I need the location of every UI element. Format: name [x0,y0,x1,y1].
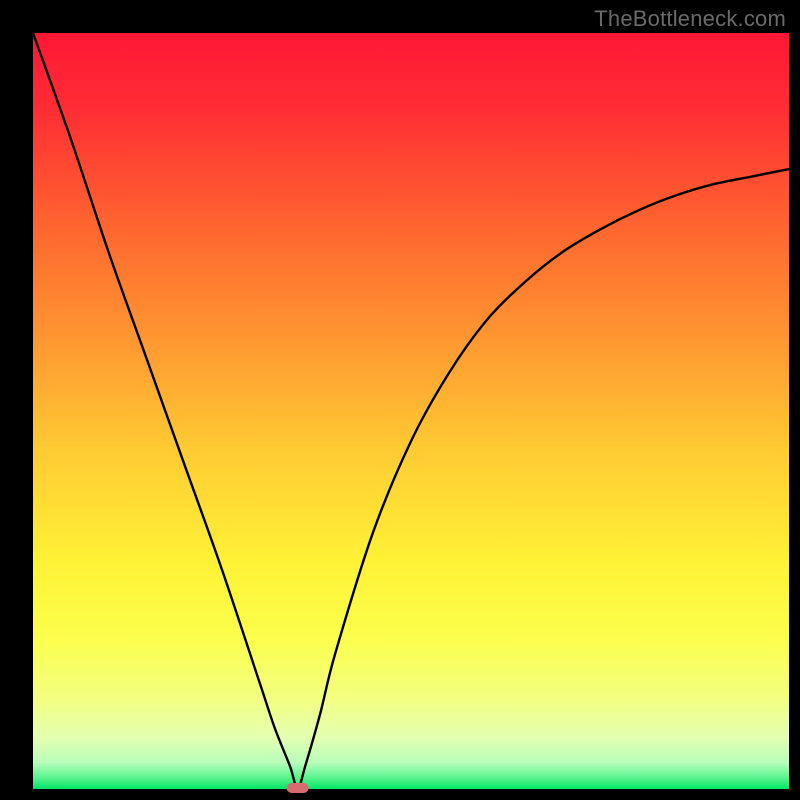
watermark-text: TheBottleneck.com [594,6,786,32]
bottleneck-chart [0,0,800,800]
plot-background [33,33,789,789]
minimum-marker [287,783,309,793]
chart-frame: TheBottleneck.com [0,0,800,800]
